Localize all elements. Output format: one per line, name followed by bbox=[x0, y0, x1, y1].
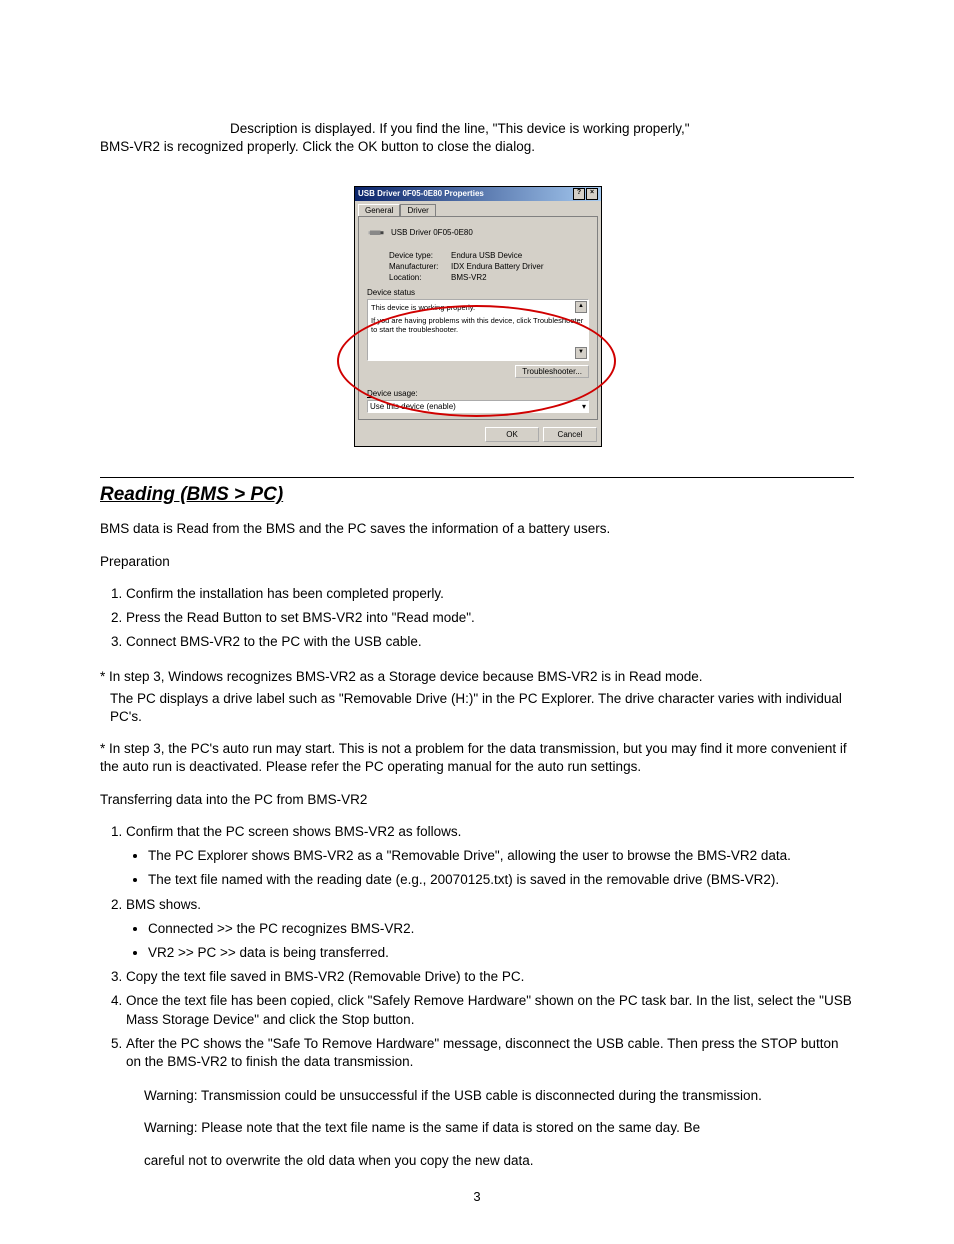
note-1a: * In step 3, Windows recognizes BMS-VR2 … bbox=[100, 668, 854, 686]
device-name: USB Driver 0F05-0E80 bbox=[391, 228, 473, 237]
location-value: BMS-VR2 bbox=[451, 273, 487, 282]
intro-line1-tail: . If you find the line, "This device is … bbox=[372, 121, 690, 136]
list-item: Confirm that the PC screen shows BMS-VR2… bbox=[126, 823, 854, 890]
preparation-list: Confirm the installation has been comple… bbox=[100, 585, 854, 652]
device-usage-value: Use this device (enable) bbox=[370, 402, 456, 411]
tab-general[interactable]: General bbox=[358, 204, 400, 216]
section-p3: Transferring data into the PC from BMS-V… bbox=[100, 791, 854, 809]
warning-label: Warning: bbox=[144, 1120, 198, 1135]
page-number: 3 bbox=[0, 1189, 954, 1204]
properties-dialog: USB Driver 0F05-0E80 Properties ? × Gene… bbox=[354, 186, 602, 447]
device-usage-label: Device usage: bbox=[367, 389, 589, 398]
chevron-down-icon: ▾ bbox=[582, 402, 586, 411]
intro-paragraph: Description is displayed. If you find th… bbox=[100, 120, 854, 156]
list-item: After the PC shows the "Safe To Remove H… bbox=[126, 1035, 854, 1071]
warning-2: Warning: Please note that the text file … bbox=[144, 1119, 854, 1169]
manufacturer-label: Manufacturer: bbox=[389, 262, 451, 271]
list-item-text: Confirm that the PC screen shows BMS-VR2… bbox=[126, 824, 461, 839]
section-body: BMS data is Read from the BMS and the PC… bbox=[100, 520, 854, 1169]
location-label: Location: bbox=[389, 273, 451, 282]
tab-driver[interactable]: Driver bbox=[400, 204, 435, 216]
tab-panel-general: USB Driver 0F05-0E80 Device type: Endura… bbox=[358, 216, 598, 420]
transfer-list: Confirm that the PC screen shows BMS-VR2… bbox=[100, 823, 854, 1071]
section-p2: Preparation bbox=[100, 553, 854, 571]
intro-line1: Description is displayed bbox=[230, 121, 372, 136]
warning-label: Warning: bbox=[144, 1088, 198, 1103]
list-item-text: BMS shows. bbox=[126, 897, 201, 912]
note-1b: The PC displays a drive label such as "R… bbox=[110, 690, 854, 726]
status-line-1: This device is working properly. bbox=[371, 303, 585, 312]
cancel-button[interactable]: Cancel bbox=[543, 427, 597, 442]
list-item: Press the Read Button to set BMS-VR2 int… bbox=[126, 609, 854, 627]
section-p1: BMS data is Read from the BMS and the PC… bbox=[100, 520, 854, 538]
usb-device-icon bbox=[367, 223, 385, 241]
warning-text: Transmission could be unsuccessful if th… bbox=[201, 1088, 762, 1103]
intro-line2: BMS-VR2 is recognized properly. Click th… bbox=[100, 139, 535, 154]
help-icon[interactable]: ? bbox=[573, 188, 585, 200]
device-type-label: Device type: bbox=[389, 251, 451, 260]
ok-button[interactable]: OK bbox=[485, 427, 539, 442]
list-item: Copy the text file saved in BMS-VR2 (Rem… bbox=[126, 968, 854, 986]
status-line-2: If you are having problems with this dev… bbox=[371, 316, 585, 334]
list-item: Confirm the installation has been comple… bbox=[126, 585, 854, 603]
manufacturer-value: IDX Endura Battery Driver bbox=[451, 262, 543, 271]
list-item: VR2 >> PC >> data is being transferred. bbox=[148, 944, 854, 962]
close-icon[interactable]: × bbox=[586, 188, 598, 200]
scroll-down-icon[interactable]: ▼ bbox=[575, 347, 587, 359]
tab-row: General Driver bbox=[355, 201, 601, 216]
list-item: Connect BMS-VR2 to the PC with the USB c… bbox=[126, 633, 854, 651]
troubleshooter-button[interactable]: Troubleshooter... bbox=[515, 365, 589, 378]
list-item: BMS shows. Connected >> the PC recognize… bbox=[126, 896, 854, 963]
list-item: Connected >> the PC recognizes BMS-VR2. bbox=[148, 920, 854, 938]
scroll-up-icon[interactable]: ▲ bbox=[575, 301, 587, 313]
dialog-titlebar: USB Driver 0F05-0E80 Properties ? × bbox=[355, 187, 601, 201]
device-type-value: Endura USB Device bbox=[451, 251, 522, 260]
nested-list: Connected >> the PC recognizes BMS-VR2. … bbox=[126, 920, 854, 962]
list-item: The text file named with the reading dat… bbox=[148, 871, 854, 889]
list-item: Once the text file has been copied, clic… bbox=[126, 992, 854, 1028]
device-status-box: This device is working properly. If you … bbox=[367, 299, 589, 361]
list-item: The PC Explorer shows BMS-VR2 as a "Remo… bbox=[148, 847, 854, 865]
section-heading: Reading (BMS > PC) bbox=[100, 484, 854, 506]
device-status-label: Device status bbox=[367, 288, 589, 297]
note-2: * In step 3, the PC's auto run may start… bbox=[100, 740, 854, 776]
warning-1: Warning: Transmission could be unsuccess… bbox=[144, 1087, 854, 1105]
section-rule bbox=[100, 477, 854, 478]
warning-text-2: careful not to overwrite the old data wh… bbox=[144, 1152, 854, 1170]
warning-text: Please note that the text file name is t… bbox=[201, 1120, 700, 1135]
nested-list: The PC Explorer shows BMS-VR2 as a "Remo… bbox=[126, 847, 854, 889]
device-usage-select[interactable]: Use this device (enable) ▾ bbox=[367, 400, 589, 413]
dialog-title: USB Driver 0F05-0E80 Properties bbox=[358, 187, 484, 201]
